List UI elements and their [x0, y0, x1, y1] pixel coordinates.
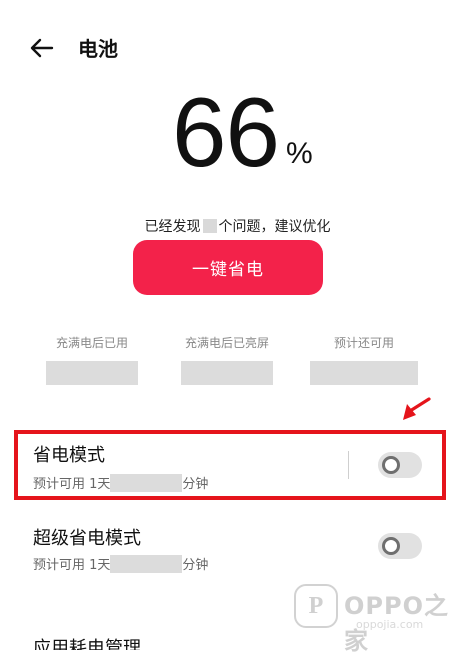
watermark-logo-icon: P: [294, 584, 338, 628]
issue-count-redacted: [202, 219, 217, 233]
issues-text-after: 个问题，建议优化: [218, 219, 331, 235]
super-power-saving-mode-toggle[interactable]: [378, 533, 422, 559]
issues-text-before: 已经发现: [144, 219, 201, 235]
stat-label: 充满电后已亮屏: [184, 336, 269, 350]
estimate-suffix: 分钟: [182, 558, 209, 573]
estimate-prefix: 预计可用 1天: [33, 558, 111, 573]
power-saving-mode-estimate: 预计可用 1天 分钟: [33, 473, 208, 492]
back-button[interactable]: [24, 30, 60, 66]
annotation-arrow-icon: [403, 397, 431, 420]
battery-level: 66 %: [0, 82, 475, 182]
estimate-prefix: 预计可用 1天: [33, 477, 111, 492]
row-divider: [348, 451, 349, 479]
site-watermark: P OPPO之家 oppojia.com: [294, 580, 464, 655]
stat-value-redacted: [181, 361, 273, 385]
battery-percent-sign: %: [286, 137, 313, 170]
toggle-knob: [382, 537, 400, 555]
back-arrow-icon: [30, 38, 54, 58]
toggle-knob: [382, 456, 400, 474]
page-title: 电池: [78, 37, 118, 61]
super-power-saving-mode-estimate: 预计可用 1天 分钟: [33, 554, 208, 573]
stat-label: 充满电后已用: [55, 336, 128, 350]
stat-value-redacted: [46, 361, 138, 385]
stat-estimated-remaining: 预计还可用: [294, 334, 434, 385]
super-power-saving-mode-title: 超级省电模式: [33, 528, 141, 549]
estimate-suffix: 分钟: [182, 477, 209, 492]
estimate-hours-redacted: [110, 474, 183, 492]
stat-value-redacted: [310, 361, 418, 385]
stat-used-since-charge: 充满电后已用: [22, 334, 162, 385]
one-tap-power-save-button[interactable]: 一键省电: [133, 240, 323, 295]
usage-stats: 充满电后已用 充满电后已亮屏 预计还可用: [0, 334, 475, 394]
power-saving-mode-title: 省电模式: [33, 445, 105, 466]
battery-percent-value: 66: [172, 77, 280, 187]
stat-label: 预计还可用: [333, 336, 394, 350]
issues-summary: 已经发现 个问题，建议优化: [0, 216, 475, 236]
app-power-management-item[interactable]: 应用耗电管理: [33, 636, 141, 650]
power-saving-mode-toggle[interactable]: [378, 452, 422, 478]
estimate-hours-redacted: [110, 555, 183, 573]
watermark-url: oppojia.com: [356, 618, 424, 631]
stat-screen-on-since-charge: 充满电后已亮屏: [157, 334, 297, 385]
